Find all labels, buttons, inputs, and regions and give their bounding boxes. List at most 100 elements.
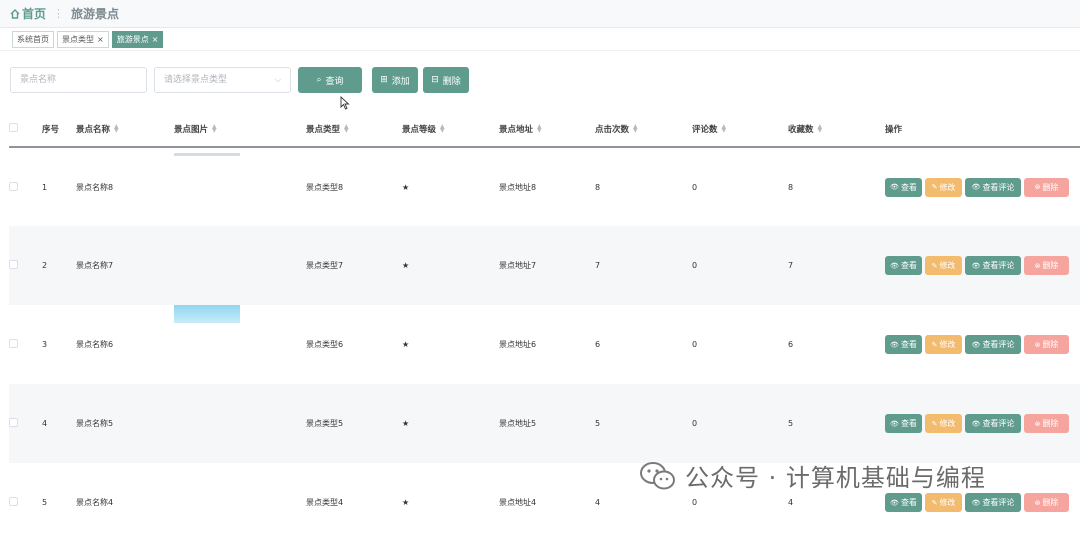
- breadcrumb-home-label: 首页: [22, 7, 47, 21]
- view-comments-button[interactable]: 👁 查看评论: [965, 493, 1021, 512]
- breadcrumb: 首页 ⋮ 旅游景点: [0, 0, 1080, 28]
- batch-delete-button[interactable]: ⊟ 删除: [423, 67, 469, 93]
- sort-icon[interactable]: ▲ ▼: [722, 124, 727, 134]
- sort-icon[interactable]: ▲ ▼: [633, 124, 638, 134]
- column-header[interactable]: 评论数 ▲ ▼: [692, 111, 788, 148]
- column-header[interactable]: 点击次数 ▲ ▼: [595, 111, 692, 148]
- column-header-label: 景点名称: [76, 124, 111, 135]
- search-button[interactable]: ⌕ 查询: [298, 67, 362, 93]
- cell-type: 景点类型6: [306, 305, 402, 384]
- add-button[interactable]: ⊞ 添加: [372, 67, 418, 93]
- view-comments-button[interactable]: 👁 查看评论: [965, 414, 1021, 433]
- table-row: 4 景点名称5 景点类型5 ★ 景点地址5 5 0 5 👁 查看 ✎ 修改 👁 查看评论 ⊗ 删除: [9, 384, 1080, 463]
- sort-icon[interactable]: ▲ ▼: [212, 124, 217, 134]
- delete-button[interactable]: ⊗ 删除: [1024, 414, 1069, 433]
- cell-favorites-value: 8: [788, 182, 794, 192]
- breadcrumb-separator: ⋮: [53, 7, 65, 20]
- sort-icon[interactable]: ▲ ▼: [344, 124, 349, 134]
- edit-button[interactable]: ✎ 修改: [925, 335, 962, 354]
- cell-index-value: 1: [42, 182, 48, 192]
- view-comments-button[interactable]: 👁 查看评论: [965, 256, 1021, 275]
- breadcrumb-home[interactable]: 首页: [10, 5, 46, 22]
- sort-icon[interactable]: ▲ ▼: [818, 124, 823, 134]
- cell-comments: 0: [692, 305, 788, 384]
- cell-level-value: ★: [402, 261, 410, 270]
- cell-actions: 👁 查看 ✎ 修改 👁 查看评论 ⊗ 删除: [885, 226, 1080, 305]
- cell-image: [174, 384, 306, 463]
- sort-icon[interactable]: ▲ ▼: [440, 124, 445, 134]
- minus-square-icon: ⊟: [431, 75, 439, 85]
- row-checkbox[interactable]: [9, 418, 18, 427]
- attraction-type-select[interactable]: 请选择景点类型 ⌵: [154, 67, 291, 93]
- edit-button-label: 修改: [939, 498, 956, 507]
- cell-actions: 👁 查看 ✎ 修改 👁 查看评论 ⊗ 删除: [885, 147, 1080, 226]
- cell-comments: 0: [692, 384, 788, 463]
- view-comments-button[interactable]: 👁 查看评论: [965, 177, 1021, 197]
- column-header[interactable]: 景点名称 ▲ ▼: [76, 111, 174, 148]
- row-checkbox[interactable]: [9, 497, 18, 506]
- delete-button-label: 删除: [1042, 498, 1059, 507]
- cell-name-value: 景点名称4: [76, 498, 114, 507]
- close-circle-icon: ⊗: [1034, 498, 1041, 507]
- view-button[interactable]: 👁 查看: [885, 493, 922, 512]
- edit-button-label: 修改: [939, 182, 956, 192]
- view-button[interactable]: 👁 查看: [885, 335, 922, 354]
- tab-2[interactable]: 旅游景点 ×: [111, 31, 164, 48]
- tab-0[interactable]: 系统首页: [12, 31, 54, 48]
- column-header[interactable]: 景点图片 ▲ ▼: [174, 111, 306, 148]
- cell-index-value: 5: [42, 498, 48, 507]
- column-header-label: 景点类型: [306, 124, 341, 135]
- eye-icon: 👁: [971, 340, 981, 349]
- cell-address-value: 景点地址4: [499, 498, 537, 507]
- view-button-label: 查看: [900, 182, 917, 192]
- view-comments-button-label: 查看评论: [982, 261, 1015, 270]
- eye-icon: 👁: [971, 498, 981, 507]
- cell-comments-value: 0: [692, 419, 698, 428]
- row-checkbox[interactable]: [9, 181, 18, 191]
- select-all-cell: [9, 111, 42, 148]
- edit-button[interactable]: ✎ 修改: [925, 177, 962, 197]
- view-button[interactable]: 👁 查看: [885, 177, 922, 197]
- edit-button[interactable]: ✎ 修改: [925, 493, 962, 512]
- delete-button[interactable]: ⊗ 删除: [1024, 256, 1069, 275]
- view-button[interactable]: 👁 查看: [885, 414, 922, 433]
- select-all-checkbox[interactable]: [9, 122, 18, 132]
- delete-button-label: 删除: [1042, 419, 1059, 428]
- column-header[interactable]: 景点类型 ▲ ▼: [306, 111, 402, 148]
- column-header-label: 景点图片: [174, 124, 209, 135]
- cell-clicks-value: 6: [595, 340, 601, 349]
- column-header[interactable]: 景点地址 ▲ ▼: [499, 111, 595, 148]
- view-comments-button-label: 查看评论: [982, 182, 1015, 192]
- delete-button[interactable]: ⊗ 删除: [1024, 493, 1069, 512]
- cell-clicks-value: 5: [595, 419, 601, 428]
- attraction-image[interactable]: [174, 153, 240, 156]
- sort-icon[interactable]: ▲ ▼: [114, 124, 119, 134]
- tab-1[interactable]: 景点类型 ×: [57, 31, 109, 48]
- search-toolbar: 景点名称 请选择景点类型 ⌵ ⌕ 查询 ⊞ 添加 ⊟ 删除: [0, 67, 1080, 93]
- cell-favorites: 7: [788, 226, 885, 305]
- delete-button[interactable]: ⊗ 删除: [1024, 177, 1069, 197]
- view-button-label: 查看: [900, 498, 917, 507]
- row-checkbox[interactable]: [9, 260, 18, 269]
- delete-button[interactable]: ⊗ 删除: [1024, 335, 1069, 354]
- view-comments-button[interactable]: 👁 查看评论: [965, 335, 1021, 354]
- cell-index: 4: [42, 384, 76, 463]
- row-checkbox[interactable]: [9, 339, 18, 348]
- add-button-label: 添加: [391, 76, 410, 87]
- attraction-image[interactable]: [174, 305, 240, 323]
- cell-type: 景点类型8: [306, 147, 402, 226]
- close-icon[interactable]: ×: [152, 32, 159, 47]
- attraction-name-input[interactable]: 景点名称: [10, 67, 147, 93]
- column-header[interactable]: 景点等级 ▲ ▼: [402, 111, 499, 148]
- close-circle-icon: ⊗: [1034, 340, 1041, 349]
- edit-button[interactable]: ✎ 修改: [925, 256, 962, 275]
- view-button[interactable]: 👁 查看: [885, 256, 922, 275]
- column-header[interactable]: 收藏数 ▲ ▼: [788, 111, 885, 148]
- edit-icon: ✎: [931, 183, 938, 191]
- edit-button[interactable]: ✎ 修改: [925, 414, 962, 433]
- row-select-cell: [9, 463, 42, 542]
- cell-type: 景点类型5: [306, 384, 402, 463]
- sort-icon[interactable]: ▲ ▼: [537, 124, 542, 134]
- close-icon[interactable]: ×: [97, 32, 104, 47]
- view-button-label: 查看: [900, 340, 917, 349]
